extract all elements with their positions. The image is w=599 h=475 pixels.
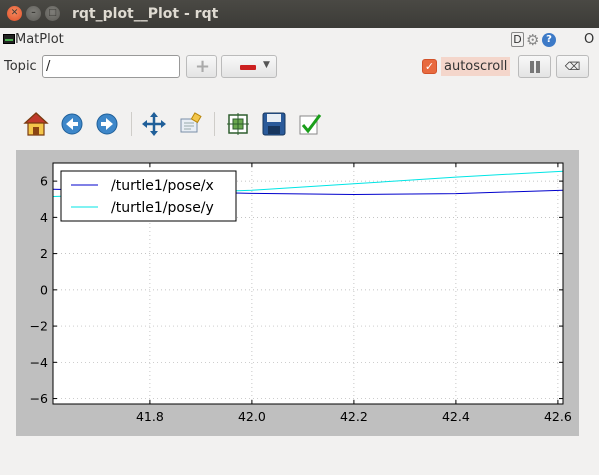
y-tick-label: −4 [30, 355, 48, 370]
minus-icon [240, 65, 256, 70]
line-chart[interactable]: 41.8 42.0 42.2 42.4 42.6 −6 −4 −2 0 2 4 6/turtle1/p… [16, 150, 579, 436]
y-tick-label: −2 [30, 319, 48, 334]
remove-topic-button[interactable]: ▼ [221, 55, 277, 78]
pan-icon[interactable] [140, 110, 168, 138]
y-tick-label: 2 [40, 246, 48, 261]
save-icon[interactable] [260, 110, 288, 138]
x-tick-label: 42.4 [442, 409, 470, 424]
window-maximize-button[interactable]: □ [45, 6, 60, 21]
topic-row: Topic + ▼ ✓ autoscroll ⌫ [0, 54, 599, 80]
home-icon[interactable] [22, 110, 50, 138]
window-title: rqt_plot__Plot - rqt [72, 6, 219, 22]
plugin-header: MatPlot D ⚙ ? O [0, 29, 599, 51]
plugin-title: MatPlot [15, 32, 64, 47]
topic-label: Topic [4, 59, 37, 74]
toolbar-separator [214, 112, 215, 136]
plot-toolbar [0, 108, 599, 140]
autoscroll-label[interactable]: autoscroll [441, 57, 511, 76]
forward-icon[interactable] [93, 110, 121, 138]
x-tick-label: 42.6 [544, 409, 572, 424]
dock-button[interactable]: D [511, 32, 524, 47]
subplots-icon[interactable] [224, 110, 252, 138]
toolbar-separator [131, 112, 132, 136]
add-topic-button[interactable]: + [186, 55, 217, 78]
y-tick-label: −6 [30, 391, 48, 406]
clear-button[interactable]: ⌫ [556, 55, 589, 78]
zoom-icon[interactable] [176, 110, 204, 138]
rqt-window: ✕ – □ rqt_plot__Plot - rqt MatPlot D ⚙ ?… [0, 0, 599, 475]
help-icon[interactable]: ? [542, 33, 556, 47]
gear-icon[interactable]: ⚙ [526, 31, 539, 49]
x-tick-label: 42.0 [238, 409, 266, 424]
topic-input[interactable] [42, 55, 180, 78]
plot-canvas[interactable]: 41.8 42.0 42.2 42.4 42.6 −6 −4 −2 0 2 4 6/turtle1/p… [16, 150, 579, 436]
y-tick-label: 0 [40, 282, 48, 297]
plus-icon: + [195, 56, 211, 77]
chevron-down-icon: ▼ [263, 60, 270, 70]
plugin-close-button[interactable]: O [584, 32, 594, 47]
title-bar: ✕ – □ rqt_plot__Plot - rqt [0, 0, 599, 28]
y-tick-label: 6 [40, 174, 48, 189]
x-tick-label: 41.8 [136, 409, 164, 424]
legend-label: /turtle1/pose/y [111, 200, 214, 216]
window-minimize-button[interactable]: – [26, 6, 41, 21]
clear-icon: ⌫ [564, 60, 581, 73]
edit-check-icon[interactable] [296, 110, 324, 138]
window-close-button[interactable]: ✕ [7, 6, 22, 21]
legend-label: /turtle1/pose/x [111, 178, 214, 194]
status-bar [0, 455, 599, 475]
autoscroll-checkbox[interactable]: ✓ [422, 59, 437, 74]
x-tick-label: 42.2 [340, 409, 368, 424]
matplot-icon [3, 34, 15, 44]
y-tick-label: 4 [40, 210, 48, 225]
pause-button[interactable] [518, 55, 551, 78]
back-icon[interactable] [58, 110, 86, 138]
